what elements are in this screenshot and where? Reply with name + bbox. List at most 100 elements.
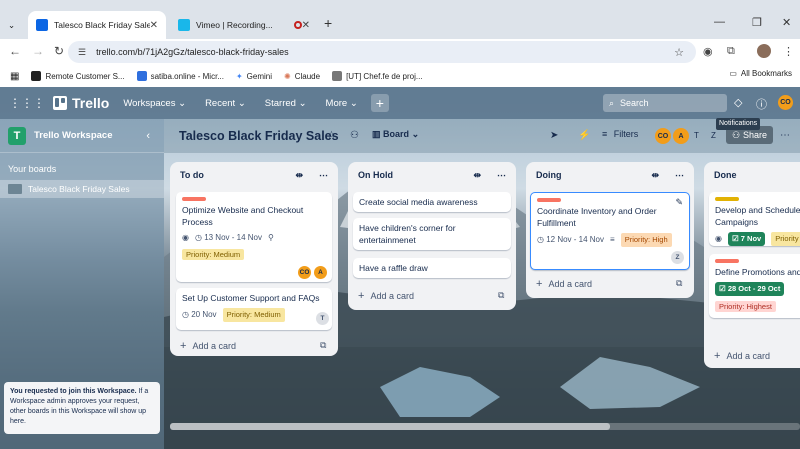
filters-button[interactable]: ≡ Filters	[602, 129, 638, 139]
board-title[interactable]: Talesco Black Friday Sales	[179, 129, 339, 143]
apps-grid-icon[interactable]: ▦	[10, 71, 19, 82]
folder-icon: ▭	[729, 69, 737, 78]
card[interactable]: Have a raffle draw	[353, 258, 511, 278]
user-avatar[interactable]: CO	[778, 95, 793, 110]
nav-starred[interactable]: Starred ⌄	[265, 98, 307, 109]
help-icon[interactable]: ⓘ	[756, 96, 767, 112]
card[interactable]: Set Up Customer Support and FAQs ◷ 20 No…	[176, 288, 332, 330]
add-card-button[interactable]: + Add a card	[536, 278, 592, 290]
minimize-icon[interactable]: —	[714, 16, 725, 28]
app-switcher-icon[interactable]: ⋮⋮⋮	[9, 96, 45, 110]
address-bar[interactable]: ☰ trello.com/b/71jA2gGz/talesco-black-fr…	[68, 41, 696, 63]
browser-tab-vimeo[interactable]: Vimeo | Recording... ✕	[170, 11, 318, 39]
bookmark-item[interactable]: Remote Customer S...	[31, 71, 125, 81]
reload-icon[interactable]: ↻	[54, 44, 64, 58]
card-title: Set Up Customer Support and FAQs	[182, 293, 320, 303]
card-member-avatar[interactable]: Z	[671, 251, 684, 264]
list-title[interactable]: On Hold	[358, 170, 393, 180]
list-menu-icon[interactable]: ⋯	[319, 170, 328, 181]
bookmark-item[interactable]: ✺ Claude	[284, 72, 320, 81]
extension-icon[interactable]: ◉	[703, 45, 713, 58]
card-template-icon[interactable]: ⧉	[320, 340, 326, 351]
add-card-button[interactable]: + Add a card	[358, 290, 414, 302]
gemini-icon: ✦	[235, 71, 243, 81]
new-tab-button[interactable]: +	[324, 15, 332, 31]
all-bookmarks[interactable]: ▭ All Bookmarks	[729, 69, 792, 78]
search-input[interactable]: ⌕ Search	[603, 94, 727, 112]
create-button[interactable]: +	[370, 94, 389, 112]
priority-badge: Priority: Medium	[182, 249, 245, 260]
url-text: trello.com/b/71jA2gGz/talesco-black-frid…	[96, 47, 289, 57]
member-avatar[interactable]: Z	[711, 131, 716, 140]
bookmark-item[interactable]: [UT] Chef.fe de proj...	[332, 71, 423, 81]
card[interactable]: Develop and Schedule Campaigns ◉ ☑ 7 Nov…	[709, 192, 800, 246]
card[interactable]: Create social media awareness	[353, 192, 511, 212]
add-card-button[interactable]: + Add a card	[714, 350, 770, 362]
notifications-icon[interactable]: ◇	[734, 96, 742, 109]
nav-recent[interactable]: Recent ⌄	[205, 98, 246, 109]
close-tab-icon[interactable]: ✕	[150, 20, 158, 31]
bookmark-item[interactable]: ✦ Gemini	[236, 72, 272, 81]
collapse-list-icon[interactable]: ⇹	[473, 170, 481, 181]
bookmark-star-icon[interactable]: ☆	[674, 46, 684, 59]
tab-title: Talesco Black Friday Sales | Trello	[54, 20, 150, 30]
trello-logo[interactable]: Trello	[53, 95, 109, 111]
board-menu-icon[interactable]: ⋯	[780, 130, 790, 141]
add-card-button[interactable]: + Add a card	[180, 340, 236, 352]
card-member-avatar[interactable]: A	[314, 266, 327, 279]
power-ups-icon[interactable]: ➤	[550, 130, 558, 141]
profile-avatar[interactable]	[757, 44, 771, 58]
list-menu-icon[interactable]: ⋯	[675, 170, 684, 181]
collapse-list-icon[interactable]: ⇹	[651, 170, 659, 181]
scrollbar-thumb[interactable]	[170, 423, 610, 430]
board-horizontal-scrollbar[interactable]	[170, 423, 800, 430]
card-title: Have children's corner for entertainmene…	[359, 223, 456, 245]
member-avatar[interactable]: A	[673, 128, 689, 144]
list-title[interactable]: To do	[180, 170, 204, 180]
close-tab-icon[interactable]: ✕	[302, 20, 310, 31]
plus-icon: +	[714, 350, 721, 362]
card-title: Have a raffle draw	[359, 263, 428, 273]
workspace-header[interactable]: T Trello Workspace ‹	[0, 119, 164, 153]
automation-icon[interactable]: ⚡	[578, 130, 590, 141]
join-request-notice: You requested to join this Workspace. If…	[4, 382, 160, 434]
workspace-logo: T	[8, 126, 26, 145]
card-template-icon[interactable]: ⧉	[676, 278, 682, 289]
list-title[interactable]: Done	[714, 170, 737, 180]
browser-menu-icon[interactable]: ⋮	[783, 45, 794, 58]
sidebar-board-item[interactable]: Talesco Black Friday Sales	[0, 180, 164, 198]
collapse-sidebar-icon[interactable]: ‹	[146, 130, 150, 142]
board-view-switcher[interactable]: ▥ Board ⌄	[372, 129, 419, 140]
extensions-puzzle-icon[interactable]: ⧉	[727, 45, 735, 58]
nav-workspaces[interactable]: Workspaces ⌄	[123, 98, 186, 109]
card-title: Define Promotions and	[715, 267, 800, 277]
member-avatar[interactable]: T	[694, 131, 699, 140]
card-member-avatar[interactable]: T	[316, 312, 329, 325]
card[interactable]: Optimize Website and Checkout Process ◉ …	[176, 192, 332, 282]
card-label	[182, 197, 206, 201]
priority-badge: Priority: High	[620, 233, 672, 247]
tab-search-icon[interactable]: ⌄	[0, 11, 26, 39]
visibility-icon[interactable]: ⚇	[350, 130, 359, 141]
member-avatar[interactable]: CO	[655, 128, 671, 144]
card-member-avatar[interactable]: CO	[298, 266, 311, 279]
back-icon[interactable]: ←	[9, 44, 21, 58]
browser-tab-trello[interactable]: Talesco Black Friday Sales | Trello ✕	[28, 11, 166, 39]
nav-more[interactable]: More ⌄	[326, 98, 358, 109]
edit-card-icon[interactable]: ✎	[675, 196, 683, 208]
list-menu-icon[interactable]: ⋯	[497, 170, 506, 181]
due-date-badge: ☑ 7 Nov	[727, 232, 766, 246]
forward-icon[interactable]: →	[32, 44, 44, 58]
list-title[interactable]: Doing	[536, 170, 562, 180]
close-window-icon[interactable]: ✕	[782, 16, 791, 29]
card-selected[interactable]: ✎ Coordinate Inventory and Order Fulfill…	[530, 192, 690, 270]
restore-icon[interactable]: ❐	[752, 16, 762, 29]
card-template-icon[interactable]: ⧉	[498, 290, 504, 301]
card[interactable]: Define Promotions and ☑ 28 Oct - 29 Oct …	[709, 254, 800, 318]
bookmark-item[interactable]: satiba.online - Micr...	[136, 71, 224, 81]
site-info-icon[interactable]: ☰	[78, 47, 86, 58]
collapse-list-icon[interactable]: ⇹	[295, 170, 303, 181]
card[interactable]: Have children's corner for entertainmene…	[353, 218, 511, 250]
bookmarks-bar: ▦ Remote Customer S... satiba.online - M…	[0, 65, 800, 87]
star-icon[interactable]: ☆	[327, 130, 336, 141]
